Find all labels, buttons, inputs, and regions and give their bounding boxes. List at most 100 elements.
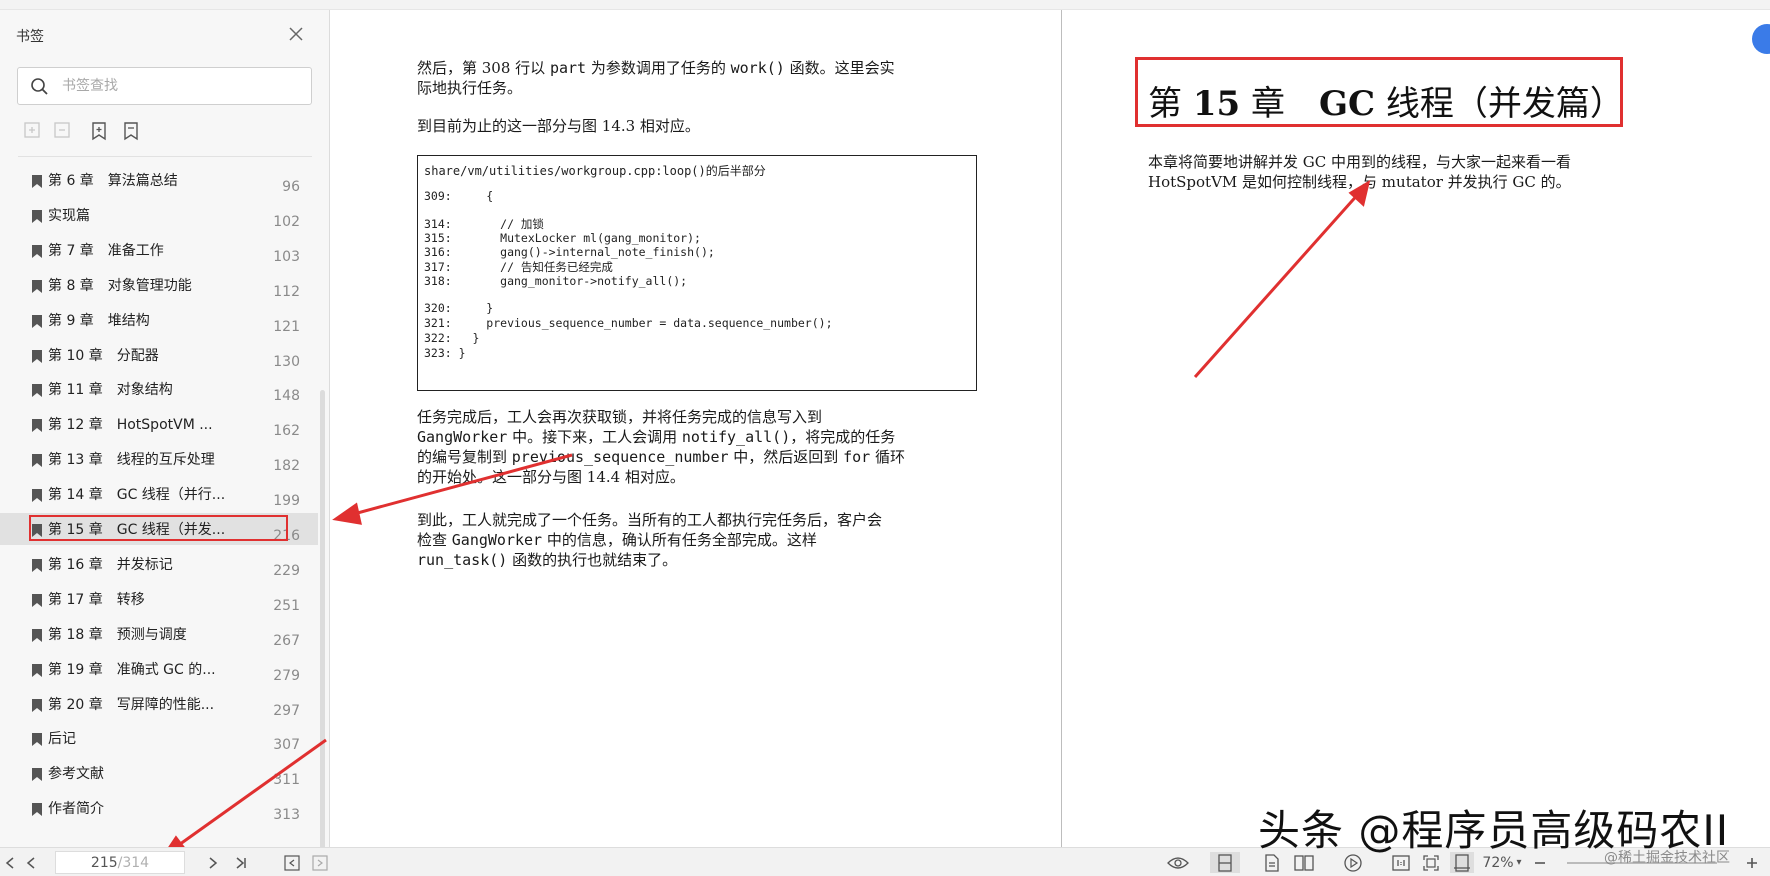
bookmark-page-number: 251 (273, 597, 300, 614)
code-line: 314: // 加锁 (424, 217, 544, 231)
bookmark-search-box[interactable] (17, 67, 312, 105)
bookmark-label: 第 11 章 对象结构 (48, 382, 173, 399)
bookmark-label: 作者简介 (48, 801, 104, 818)
bookmark-item[interactable]: 实现篇 102 (0, 199, 318, 231)
bookmark-item[interactable]: 第 9 章 堆结构 121 (0, 304, 318, 336)
last-page-icon[interactable] (232, 852, 250, 873)
code-line: 315: MutexLocker ml(gang_monitor); (424, 231, 701, 245)
bookmark-label: 参考文献 (48, 766, 104, 783)
bookmark-item[interactable]: 第 18 章 预测与调度 267 (0, 618, 318, 650)
bookmark-item[interactable]: 第 19 章 准确式 GC 的... 279 (0, 653, 318, 685)
bookmark-item[interactable]: 第 15 章 GC 线程（并发... 216 (0, 513, 318, 545)
bookmark-page-number: 121 (273, 318, 300, 335)
sidebar-title: 书签 (16, 29, 44, 45)
code-line: 321: previous_sequence_number = data.seq… (424, 316, 833, 330)
code-line: 322: } (424, 331, 480, 345)
bookmark-item[interactable]: 第 11 章 对象结构 148 (0, 373, 318, 405)
bookmark-item[interactable]: 参考文献 311 (0, 757, 318, 789)
expand-bookmark-icon[interactable] (88, 120, 110, 142)
bookmark-icon (32, 417, 42, 433)
eye-protection-icon[interactable] (1166, 852, 1190, 873)
close-icon[interactable] (286, 24, 306, 44)
paragraph-4: 到此，工人就完成了一个任务。当所有的工人都执行完任务后，客户会 检查 GangW… (417, 511, 883, 569)
bookmark-item[interactable]: 第 6 章 算法篇总结 96 (0, 164, 318, 196)
bookmark-item[interactable]: 后记 307 (0, 722, 318, 754)
bookmark-page-number: 199 (273, 493, 300, 510)
bookmark-page-number: 279 (273, 667, 300, 684)
bookmark-page-number: 229 (273, 562, 300, 579)
bookmark-page-number: 162 (273, 423, 300, 440)
bookmark-icon (32, 382, 42, 398)
bookmark-item[interactable]: 第 12 章 HotSpotVM ... 162 (0, 408, 318, 440)
bookmark-label: 第 14 章 GC 线程（并行... (48, 487, 226, 504)
single-page-view-icon[interactable] (1210, 852, 1240, 873)
chapter-intro: 本章将简要地讲解并发 GC 中用到的线程，与大家一起来看一看 HotSpotVM… (1148, 153, 1571, 191)
paragraph-1: 然后，第 308 行以 part 为参数调用了任务的 work() 函数。这里会… (417, 59, 895, 97)
bookmark-search-input[interactable] (62, 76, 302, 96)
bookmark-icon (32, 697, 42, 712)
bookmark-icon (32, 766, 42, 782)
bookmark-label: 第 20 章 写屏障的性能... (48, 696, 215, 713)
back-icon[interactable] (282, 852, 302, 873)
bookmark-icon (32, 452, 42, 468)
bookmark-icon (32, 522, 42, 537)
bookmark-icon (32, 313, 42, 328)
bookmark-page-number: 307 (273, 737, 300, 754)
code-caption: share/vm/utilities/workgroup.cpp:loop()的… (424, 164, 766, 178)
bookmark-label: 第 7 章 准备工作 (48, 242, 164, 259)
bookmark-label: 第 6 章 算法篇总结 (48, 173, 178, 189)
code-listing: share/vm/utilities/workgroup.cpp:loop()的… (417, 155, 977, 391)
bookmark-page-number: 96 (282, 179, 300, 195)
bookmark-toolbar (18, 120, 318, 144)
bookmark-page-number: 311 (273, 772, 300, 789)
bookmark-item[interactable]: 第 14 章 GC 线程（并行... 199 (0, 478, 318, 510)
chevron-down-icon: ▾ (1516, 857, 1522, 868)
bookmark-item[interactable]: 第 7 章 准备工作 103 (0, 234, 318, 266)
add-bookmark-icon[interactable] (22, 120, 44, 142)
code-line: 318: gang_monitor->notify_all(); (424, 274, 688, 288)
bookmark-label: 第 18 章 预测与调度 (48, 626, 187, 643)
bookmark-sidebar: 书签 第 6 章 算法篇总结 96 实现篇 102 第 7 章 准备工作 103 第 8 章… (0, 10, 330, 850)
bookmark-item[interactable]: 第 8 章 对象管理功能 112 (0, 269, 318, 301)
bookmark-page-number: 102 (273, 213, 300, 230)
bookmark-item[interactable]: 第 17 章 转移 251 (0, 583, 318, 615)
bookmark-page-number: 112 (273, 283, 300, 300)
zoom-in-icon[interactable] (1742, 852, 1762, 873)
bookmark-icon (32, 487, 42, 503)
bookmark-label: 第 13 章 线程的互斥处理 (48, 452, 215, 469)
bookmark-item[interactable]: 第 16 章 并发标记 229 (0, 548, 318, 580)
remove-bookmark-icon[interactable] (52, 120, 74, 142)
sidebar-scrollbar[interactable] (320, 390, 325, 850)
paragraph-3: 任务完成后，工人会再次获取锁，并将任务完成的信息写入到 GangWorker 中… (417, 408, 905, 486)
sidebar-divider (18, 156, 312, 157)
bookmark-item[interactable]: 作者简介 313 (0, 792, 318, 824)
bookmark-label: 第 16 章 并发标记 (48, 556, 173, 573)
bookmark-page-number: 216 (273, 528, 300, 544)
prev-page-icon[interactable] (22, 852, 40, 873)
bookmark-icon (32, 731, 42, 747)
bookmark-label: 后记 (48, 731, 76, 748)
document-page-left: 然后，第 308 行以 part 为参数调用了任务的 work() 函数。这里会… (331, 10, 1061, 847)
bookmark-icon[interactable] (120, 120, 142, 142)
bookmark-item[interactable]: 第 20 章 写屏障的性能... 297 (0, 688, 318, 720)
bookmark-label: 第 8 章 对象管理功能 (48, 277, 192, 294)
bookmark-page-number: 267 (273, 632, 300, 649)
code-line: 320: } (424, 301, 494, 315)
paragraph-2: 到目前为止的这一部分与图 14.3 相对应。 (417, 117, 700, 135)
bookmark-icon (32, 592, 42, 607)
bookmark-label: 第 10 章 分配器 (48, 347, 159, 364)
bookmark-page-number: 103 (273, 248, 300, 265)
forward-icon[interactable] (310, 852, 330, 873)
bookmark-label: 第 12 章 HotSpotVM ... (48, 417, 213, 434)
code-line: 323: } (424, 346, 466, 360)
first-page-icon[interactable] (2, 852, 18, 873)
next-page-icon[interactable] (204, 852, 222, 873)
bookmark-icon (32, 348, 42, 363)
bookmark-item[interactable]: 第 10 章 分配器 130 (0, 339, 318, 371)
bookmark-icon (32, 801, 42, 817)
bookmark-label: 第 17 章 转移 (48, 591, 145, 608)
bookmark-icon (32, 662, 42, 677)
page-number-input[interactable]: 215/314 (55, 851, 185, 874)
code-line: 317: // 告知任务已经完成 (424, 260, 613, 274)
bookmark-item[interactable]: 第 13 章 线程的互斥处理 182 (0, 443, 318, 475)
